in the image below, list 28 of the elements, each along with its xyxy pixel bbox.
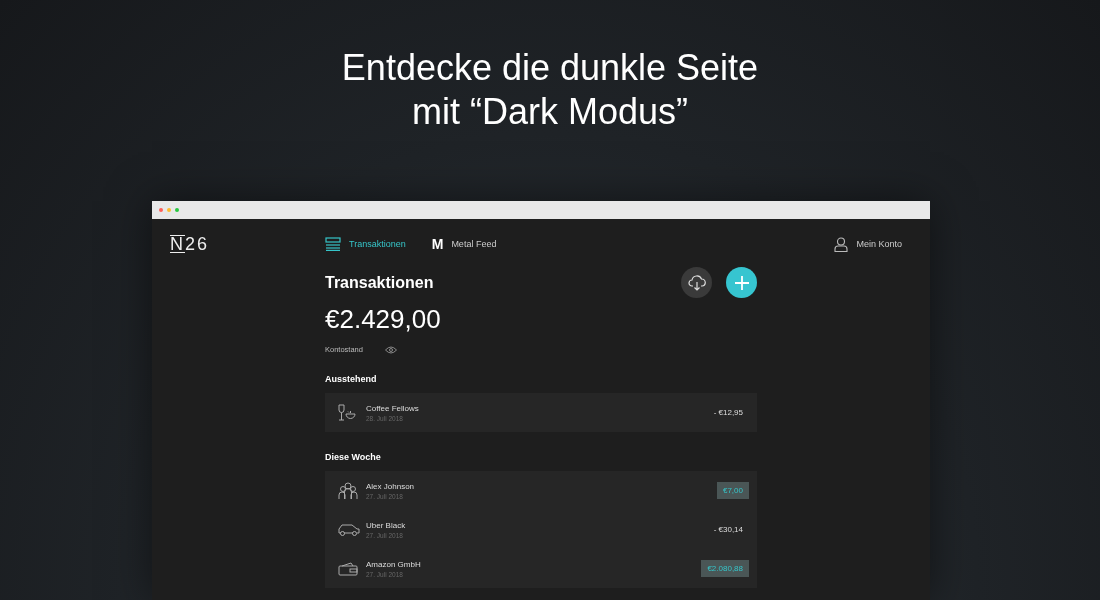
car-icon	[338, 522, 360, 537]
user-icon	[834, 236, 849, 252]
transaction-amount: - €12,95	[712, 407, 744, 419]
coffee-cup-icon	[338, 403, 358, 422]
transaction-amount: €7,00	[716, 482, 749, 499]
transaction-amount: €2.080,88	[701, 560, 749, 577]
transaction-amount: - €30,14	[712, 524, 744, 536]
transaction-name: Alex Johnson	[366, 481, 416, 491]
cloud-download-icon	[687, 273, 706, 292]
transaction-name: Coffee Fellows	[366, 403, 420, 413]
section-heading: Ausstehend	[325, 374, 378, 384]
plus-icon	[733, 274, 750, 291]
eye-icon[interactable]	[384, 345, 397, 354]
add-button[interactable]	[726, 267, 757, 298]
people-icon	[338, 481, 358, 500]
transaction-name: Uber Black	[366, 520, 407, 530]
balance-amount: €2.429,00	[325, 304, 442, 335]
page-title: Transaktionen	[325, 273, 434, 292]
list-icon	[325, 237, 341, 251]
transaction-name: Amazon GmbH	[366, 559, 422, 569]
wallet-icon	[338, 561, 358, 576]
nav-tab[interactable]: Transaktionen	[325, 236, 406, 252]
account-link[interactable]: Mein Konto	[834, 236, 902, 252]
download-button[interactable]	[681, 267, 712, 298]
headline: Entdecke die dunkle Seite mit “Dark Modus”	[340, 46, 760, 134]
nav-tab[interactable]: M Metal Feed	[431, 236, 497, 252]
logo[interactable]: N 26	[170, 233, 325, 255]
section-heading: Diese Woche	[325, 452, 382, 462]
